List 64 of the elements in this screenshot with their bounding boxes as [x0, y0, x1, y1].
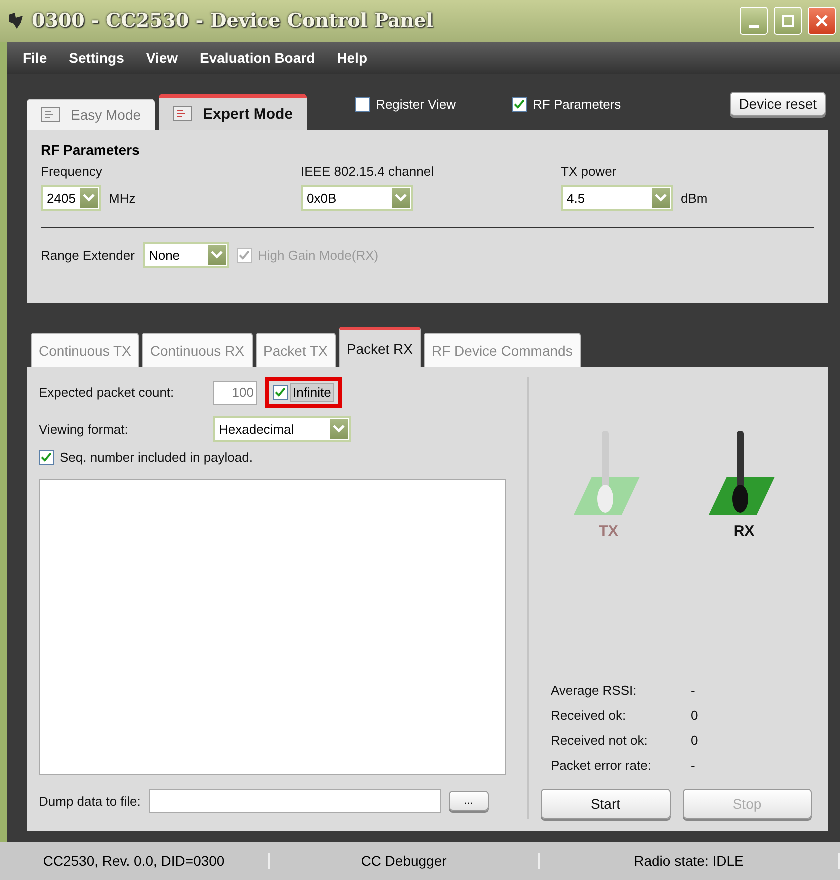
- minimize-icon: [749, 24, 759, 28]
- status-text: CC2530, Rev. 0.0, DID=0300: [0, 853, 270, 869]
- field-label: Expected packet count:: [39, 385, 176, 400]
- stat-value: -: [691, 683, 696, 698]
- unit-label: dBm: [681, 190, 708, 206]
- browse-button[interactable]: ...: [448, 791, 489, 811]
- mode-tab[interactable]: Easy Mode: [27, 99, 156, 130]
- stat-value: 0: [691, 708, 700, 723]
- chevron-down-icon: [333, 425, 345, 433]
- dropdown[interactable]: None: [142, 242, 229, 268]
- field-label: Viewing format:: [39, 422, 130, 436]
- menu-item[interactable]: Evaluation Board: [200, 50, 316, 66]
- dropdown[interactable]: 4.5: [561, 185, 673, 211]
- stat-label: Average RSSI:: [551, 683, 638, 698]
- window-icon: [173, 106, 194, 122]
- action-button[interactable]: Start: [541, 789, 670, 819]
- stat-label: Received not ok:: [551, 733, 649, 748]
- menu-item[interactable]: View: [146, 50, 178, 66]
- checkbox[interactable]: [273, 385, 288, 400]
- window-title: 0300 - CC2530 - Device Control Panel: [32, 10, 434, 32]
- device-reset-button[interactable]: Device reset: [730, 92, 826, 116]
- switch-label: RX: [734, 523, 755, 540]
- menu-item[interactable]: File: [23, 50, 48, 66]
- chevron-down-icon: [83, 194, 95, 202]
- unit-label: MHz: [109, 190, 136, 206]
- chevron-down-icon: [210, 251, 223, 259]
- chevron-down-icon: [395, 194, 407, 202]
- checkbox-label: Infinite: [290, 383, 334, 402]
- switch-label: TX: [599, 523, 618, 540]
- close-button[interactable]: [808, 7, 836, 35]
- tab[interactable]: Packet RX: [338, 327, 421, 367]
- menu-item[interactable]: Help: [337, 50, 368, 66]
- section-title: RF Parameters: [41, 142, 141, 158]
- field-label: Frequency: [41, 164, 104, 179]
- dropdown[interactable]: 0x0B: [301, 185, 413, 211]
- stat-value: -: [691, 758, 696, 773]
- status-text: CC Debugger: [270, 853, 540, 869]
- checkbox-label: High Gain Mode(RX): [258, 248, 379, 262]
- maximize-icon: [782, 15, 794, 27]
- minimize-button[interactable]: [740, 7, 768, 35]
- checkbox[interactable]: [355, 96, 370, 112]
- stat-label: Received ok:: [551, 708, 628, 723]
- mode-tab[interactable]: Expert Mode: [159, 94, 308, 130]
- field-label: Dump data to file:: [39, 794, 141, 808]
- dropdown[interactable]: 2405: [41, 185, 101, 211]
- checkbox-label: RF Parameters: [533, 96, 622, 112]
- app-logo-icon: [6, 11, 26, 31]
- checkbox-label: Seq. number included in payload.: [60, 450, 253, 465]
- checkbox-label: Register View: [376, 96, 456, 112]
- status-text: Radio state: IDLE: [540, 853, 840, 869]
- menu-item[interactable]: Settings: [69, 50, 124, 66]
- field-label: Range Extender: [41, 248, 135, 262]
- checkbox[interactable]: [512, 96, 528, 112]
- stat-label: Packet error rate:: [551, 758, 652, 773]
- window-icon: [41, 107, 61, 123]
- checkbox[interactable]: [39, 450, 54, 465]
- close-icon: [816, 15, 828, 27]
- file-path-field[interactable]: [148, 789, 441, 813]
- stat-value: 0: [691, 733, 700, 748]
- maximize-button[interactable]: [774, 7, 802, 35]
- dropdown[interactable]: Hexadecimal: [213, 416, 351, 442]
- chevron-down-icon: [655, 194, 667, 202]
- field-label: TX power: [561, 164, 618, 179]
- field-label: IEEE 802.15.4 channel: [301, 164, 435, 179]
